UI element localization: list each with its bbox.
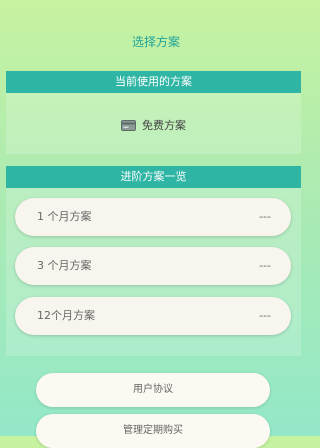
advanced-plans-section: 进阶方案一览 1 个月方案 --- 3 个月方案 --- 12个月方案 --- <box>6 166 301 356</box>
advanced-plans-header: 进阶方案一览 <box>6 166 301 188</box>
plan-name: 12个月方案 <box>37 309 95 322</box>
plan-row-12-months[interactable]: 12个月方案 --- <box>15 297 291 335</box>
plan-price: --- <box>259 210 271 223</box>
current-plan-body: 免费方案 <box>6 93 301 154</box>
plan-price: --- <box>259 259 271 272</box>
plan-price: --- <box>259 309 271 322</box>
current-plan-name: 免费方案 <box>142 119 186 132</box>
plan-row-3-months[interactable]: 3 个月方案 --- <box>15 247 291 285</box>
advanced-plans-body: 1 个月方案 --- 3 个月方案 --- 12个月方案 --- <box>6 188 301 356</box>
page-title: 选择方案 <box>131 35 180 49</box>
user-agreement-button[interactable]: 用户协议 <box>36 373 270 407</box>
plan-name: 3 个月方案 <box>37 259 92 272</box>
plan-row-1-month[interactable]: 1 个月方案 --- <box>15 198 291 236</box>
current-plan-header: 当前使用的方案 <box>6 71 301 93</box>
plan-name: 1 个月方案 <box>37 210 92 223</box>
current-plan-display: 免费方案 <box>6 117 301 133</box>
manage-subscription-button[interactable]: 管理定期购买 <box>36 414 270 448</box>
current-plan-section: 当前使用的方案 免费方案 <box>6 71 301 154</box>
credit-card-icon <box>121 120 136 131</box>
